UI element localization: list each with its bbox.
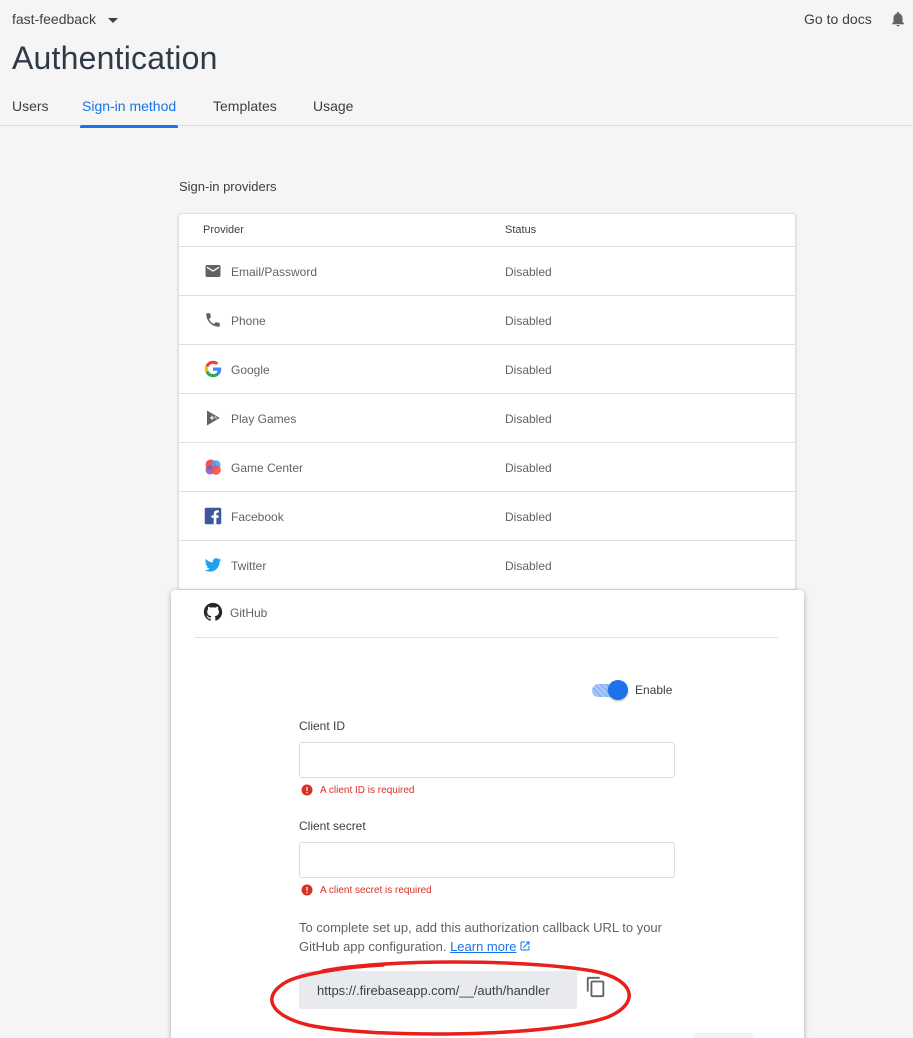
action-button[interactable] xyxy=(693,1033,753,1038)
column-header-status: Status xyxy=(505,224,537,236)
table-header: Provider Status xyxy=(179,214,795,247)
client-id-error-text: A client ID is required xyxy=(320,784,415,796)
client-secret-input[interactable] xyxy=(299,842,675,878)
tab-users[interactable]: Users xyxy=(12,98,49,126)
client-secret-label: Client secret xyxy=(299,819,366,833)
tab-usage[interactable]: Usage xyxy=(313,98,353,126)
provider-name: Google xyxy=(231,363,270,377)
client-id-error: A client ID is required xyxy=(301,784,415,796)
github-provider-name: GitHub xyxy=(230,606,268,620)
table-row[interactable]: Game Center Disabled xyxy=(179,443,795,492)
page-title: Authentication xyxy=(12,40,218,76)
table-row[interactable]: Google Disabled xyxy=(179,345,795,394)
callback-url-box: https://.firebaseapp.com/__/auth/handler xyxy=(299,971,577,1009)
client-id-label: Client ID xyxy=(299,719,346,733)
learn-more-link[interactable]: Learn more xyxy=(450,939,516,954)
copy-icon[interactable] xyxy=(585,976,607,998)
external-link-icon[interactable] xyxy=(519,940,531,952)
twitter-icon xyxy=(204,558,222,572)
github-provider-panel: GitHub Enable Client ID A client ID is r… xyxy=(171,590,804,1038)
provider-status: Disabled xyxy=(505,510,552,524)
tab-bar: Users Sign-in method Templates Usage xyxy=(0,90,913,128)
table-row[interactable]: Twitter Disabled xyxy=(179,541,795,590)
provider-status: Disabled xyxy=(505,559,552,573)
provider-status: Disabled xyxy=(505,265,552,279)
chevron-down-icon xyxy=(108,17,119,23)
top-bar: fast-feedback Go to docs xyxy=(0,0,913,40)
github-icon xyxy=(203,602,223,621)
toggle-thumb xyxy=(608,680,628,700)
game-center-icon xyxy=(205,459,221,475)
client-secret-error-text: A client secret is required xyxy=(320,884,432,896)
facebook-icon xyxy=(204,507,222,525)
project-selector[interactable]: fast-feedback xyxy=(12,11,119,27)
provider-name: Twitter xyxy=(231,559,267,573)
enable-label: Enable xyxy=(635,683,673,697)
provider-name: Phone xyxy=(231,314,266,328)
phone-icon xyxy=(206,313,220,327)
client-id-input[interactable] xyxy=(299,742,675,778)
bell-icon[interactable] xyxy=(889,9,907,29)
table-row[interactable]: Facebook Disabled xyxy=(179,492,795,541)
provider-status: Disabled xyxy=(505,461,552,475)
tab-templates[interactable]: Templates xyxy=(213,98,277,126)
provider-name: Play Games xyxy=(231,412,297,426)
provider-name: Facebook xyxy=(231,510,284,524)
callback-note: To complete set up, add this authorizati… xyxy=(299,918,679,956)
column-header-provider: Provider xyxy=(203,224,244,236)
provider-name: Game Center xyxy=(231,461,304,475)
provider-name: Email/Password xyxy=(231,265,318,279)
error-icon xyxy=(301,884,313,896)
error-icon xyxy=(301,784,313,796)
learn-more-text: Learn more xyxy=(450,939,517,954)
provider-status: Disabled xyxy=(505,412,552,426)
table-row[interactable]: Play Games Disabled xyxy=(179,394,795,443)
enable-toggle[interactable] xyxy=(592,680,628,700)
table-row[interactable]: Phone Disabled xyxy=(179,296,795,345)
mail-icon xyxy=(205,265,221,277)
github-header[interactable]: GitHub xyxy=(195,590,778,638)
table-row[interactable]: Email/Password Disabled xyxy=(179,247,795,296)
tab-sign-in-method[interactable]: Sign-in method xyxy=(79,98,179,128)
project-name: fast-feedback xyxy=(12,11,97,27)
go-to-docs-link[interactable]: Go to docs xyxy=(804,11,872,27)
section-heading: Sign-in providers xyxy=(179,179,277,194)
play-games-icon xyxy=(207,410,220,426)
callback-url: https://.firebaseapp.com/__/auth/handler xyxy=(317,983,550,998)
client-secret-error: A client secret is required xyxy=(301,884,432,896)
provider-status: Disabled xyxy=(505,363,552,377)
provider-status: Disabled xyxy=(505,314,552,328)
google-icon xyxy=(204,360,222,378)
providers-table: Provider Status Email/Password Disabled … xyxy=(178,213,796,593)
